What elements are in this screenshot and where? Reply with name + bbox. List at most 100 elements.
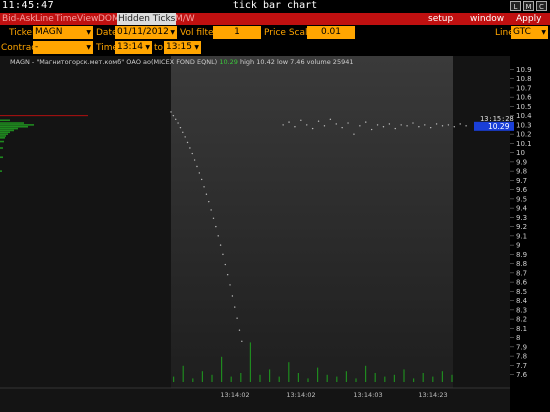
trade-point [306, 124, 308, 126]
trade-point [170, 111, 172, 113]
window-button-m[interactable]: M [523, 1, 534, 11]
volume-bar [278, 376, 280, 382]
y-tick-label: 9.9 [516, 158, 527, 166]
line-value: GTC [513, 27, 531, 37]
trade-point [288, 121, 290, 123]
volume-bar [201, 371, 203, 382]
menu-apply[interactable]: Apply [516, 13, 541, 25]
price-profile-bar [0, 156, 3, 159]
trade-point [453, 126, 455, 128]
trade-point [317, 120, 320, 122]
menu-time[interactable]: Time [55, 13, 77, 25]
y-tick-label: 10.1 [516, 140, 532, 148]
trade-point [186, 141, 189, 144]
window-button-l[interactable]: L [510, 1, 521, 11]
trade-point [179, 126, 182, 129]
symbol-description: MAGN - "Магнитогорск.мет.комб" ОАО ао(MI… [10, 58, 218, 66]
trade-point [329, 118, 332, 121]
price-profile-bar [0, 122, 24, 124]
y-tick-label: 10.3 [516, 121, 532, 129]
time-to-value: 13:15 [166, 42, 192, 52]
date-select[interactable]: 01/11/2012 ▼ [115, 26, 177, 39]
volume-bar [182, 365, 184, 382]
volume-bar [288, 362, 290, 382]
volume-bar [384, 376, 386, 382]
trade-point [300, 119, 302, 121]
price-profile-bar [0, 119, 10, 122]
price-profile-bar [0, 137, 5, 139]
menu-line[interactable]: Line [35, 13, 54, 25]
trade-point [210, 209, 212, 211]
trade-point [394, 127, 396, 130]
price-scale-input[interactable]: 0.01 [307, 26, 355, 39]
trade-point [236, 317, 238, 319]
y-tick-label: 7.9 [516, 343, 527, 351]
volume-bar [451, 374, 453, 382]
y-tick-label: 10.5 [516, 103, 532, 111]
tick-chart[interactable]: 10.910.810.710.610.510.410.310.210.1109.… [0, 56, 550, 412]
price-profile-bar [0, 140, 4, 143]
trade-point [215, 225, 217, 228]
line-select[interactable]: GTC ▼ [511, 26, 548, 39]
trade-point [234, 306, 236, 308]
chevron-down-icon: ▼ [86, 29, 91, 36]
time-from-value: 13:14 [117, 42, 143, 52]
volume-bar [393, 374, 395, 382]
trade-point [465, 125, 467, 127]
vol-filter-input[interactable]: 1 [213, 26, 261, 39]
trade-point [412, 122, 414, 124]
volume-bar [336, 376, 338, 382]
ticker-label: Ticker [9, 28, 36, 38]
trade-point [203, 186, 205, 188]
trade-point [198, 172, 201, 174]
menu-window[interactable]: window [470, 13, 504, 25]
trade-point [222, 253, 224, 256]
menu-hidden-ticks[interactable]: Hidden Ticks [117, 13, 177, 25]
volume-bar [269, 369, 271, 382]
trade-point [424, 124, 426, 126]
time-from-select[interactable]: 13:14 ▼ [115, 41, 152, 54]
y-tick-label: 9.1 [516, 232, 527, 240]
title-bar: 11:45:47 tick bar chart L M C [0, 0, 550, 13]
trade-point [184, 136, 186, 138]
trade-point [335, 123, 337, 125]
trade-point [212, 217, 215, 220]
y-tick-label: 10.8 [516, 75, 532, 83]
trade-point [435, 123, 438, 125]
price-profile-bar [0, 135, 6, 137]
trade-point [224, 263, 226, 266]
trade-point [459, 123, 461, 125]
x-tick-label: 13:14:03 [353, 391, 382, 399]
y-tick-label: 9 [516, 242, 520, 250]
y-tick-label: 8 [516, 334, 520, 342]
y-tick-label: 9.5 [516, 195, 527, 203]
time-to-select[interactable]: 13:15 ▼ [164, 41, 201, 54]
volume-bar [230, 376, 232, 382]
x-tick-label: 13:14:02 [286, 391, 315, 399]
menu-bid-ask[interactable]: Bid-Ask [2, 13, 36, 25]
menu-mw[interactable]: M/W [175, 13, 195, 25]
volume-bar [432, 376, 434, 382]
menu-view[interactable]: View [77, 13, 98, 25]
y-tick-label: 8.6 [516, 279, 528, 287]
contract-select[interactable]: - ▼ [33, 41, 93, 54]
ticker-select[interactable]: MAGN ▼ [33, 26, 93, 39]
volume-bar [413, 378, 415, 382]
y-tick-label: 8.1 [516, 325, 527, 333]
y-tick-label: 8.5 [516, 288, 527, 296]
y-tick-label: 8.9 [516, 251, 527, 259]
trade-point [382, 126, 385, 128]
symbol-info-line: MAGN - "Магнитогорск.мет.комб" ОАО ао(MI… [10, 58, 353, 66]
trade-point [347, 122, 349, 124]
trade-point [376, 124, 379, 126]
price-profile-bar [0, 133, 8, 135]
y-tick-label: 8.3 [516, 306, 527, 314]
window-button-c[interactable]: C [536, 1, 547, 11]
trade-point [205, 193, 208, 195]
volume-bar [307, 378, 309, 382]
trade-point [359, 125, 361, 127]
menu-setup[interactable]: setup [428, 13, 453, 25]
trade-point [400, 124, 402, 126]
y-tick-label: 10.6 [516, 94, 532, 102]
price-profile-bar [0, 147, 3, 149]
